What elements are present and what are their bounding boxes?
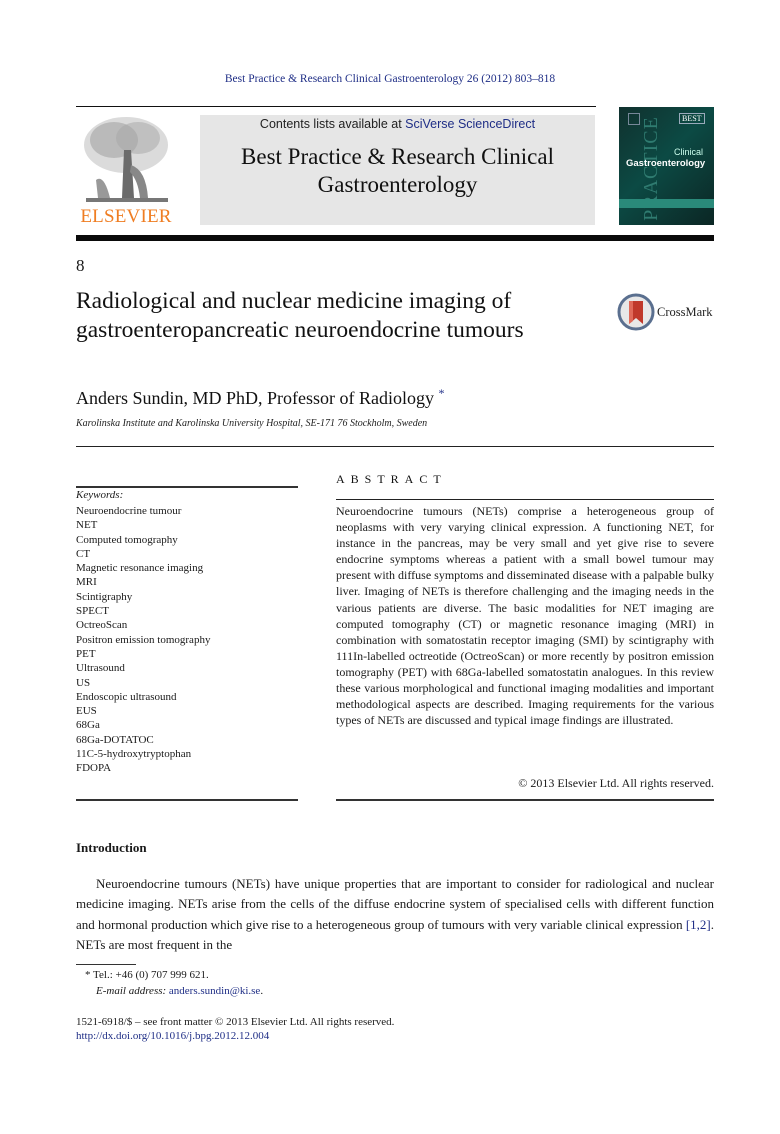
affiliation-rule xyxy=(76,446,714,447)
keyword-item: OctreoScan xyxy=(76,619,128,632)
keyword-item: CT xyxy=(76,547,91,560)
author-footnote-marker[interactable]: * xyxy=(439,386,445,400)
citation-link[interactable]: [1,2] xyxy=(686,917,711,932)
author-name: Anders Sundin, MD PhD, Professor of Radi… xyxy=(76,388,434,408)
contents-prefix: Contents lists available at xyxy=(259,117,406,131)
footnote-rule xyxy=(76,964,136,965)
keyword-item: Scintigraphy xyxy=(76,590,133,603)
keyword-item: PET xyxy=(76,647,96,660)
keyword-item: 68Ga xyxy=(76,719,100,732)
journal-title-line1: Best Practice & Research Clinical xyxy=(241,144,554,169)
running-head[interactable]: Best Practice & Research Clinical Gastro… xyxy=(0,73,780,85)
introduction-paragraph: Neuroendocrine tumours (NETs) have uniqu… xyxy=(76,874,714,956)
keyword-item: 68Ga-DOTATOC xyxy=(76,733,154,746)
email-label: E-mail address: xyxy=(96,985,169,997)
email-suffix: . xyxy=(260,985,264,997)
keywords-rule-top xyxy=(76,486,298,488)
footnote-email: E-mail address: anders.sundin@ki.se. xyxy=(96,985,263,997)
cover-badge: BEST xyxy=(679,113,705,124)
doi-link[interactable]: http://dx.doi.org/10.1016/j.bpg.2012.12.… xyxy=(76,1030,269,1042)
footnote-telephone: * Tel.: +46 (0) 707 999 621. xyxy=(85,969,209,981)
abstract-copyright: © 2013 Elsevier Ltd. All rights reserved… xyxy=(518,776,714,790)
crossmark-label[interactable]: CrossMark xyxy=(657,305,713,320)
tree-icon xyxy=(84,117,168,202)
abstract-rule-bottom xyxy=(336,799,714,801)
keyword-item: 11C-5-hydroxytryptophan xyxy=(76,748,192,761)
keywords-label: Keywords: xyxy=(76,489,124,501)
abstract-rule-top xyxy=(336,499,714,500)
keyword-item: Magnetic resonance imaging xyxy=(76,562,204,575)
keywords-list: Neuroendocrine tumour NET Computed tomog… xyxy=(76,504,210,776)
header-rule xyxy=(76,106,596,107)
cover-gastro: Gastroenterology xyxy=(626,158,706,169)
elsevier-logo-text: ELSEVIER xyxy=(80,206,172,227)
journal-cover-image[interactable]: BEST PRACTICE Clinical Gastroenterology xyxy=(619,107,714,225)
abstract-text: Neuroendocrine tumours (NETs) comprise a… xyxy=(336,504,714,728)
keyword-item: Ultrasound xyxy=(76,662,125,675)
sciencedirect-link[interactable]: SciVerse ScienceDirect xyxy=(405,117,535,131)
contents-line: Contents lists available at SciVerse Sci… xyxy=(200,117,595,131)
keyword-item: MRI xyxy=(76,576,97,589)
keyword-item: SPECT xyxy=(76,605,110,618)
journal-title-line2: Gastroenterology xyxy=(317,172,478,197)
affiliation: Karolinska Institute and Karolinska Univ… xyxy=(76,418,428,429)
crossmark-icon xyxy=(617,293,655,331)
keyword-item: NET xyxy=(76,519,98,532)
keyword-item: Positron emission tomography xyxy=(76,633,211,646)
email-link[interactable]: anders.sundin@ki.se xyxy=(169,985,260,997)
introduction-heading: Introduction xyxy=(76,840,147,855)
cover-elsevier-icon xyxy=(628,113,640,125)
front-matter: 1521-6918/$ – see front matter © 2013 El… xyxy=(76,1016,395,1028)
abstract-heading: ABSTRACT xyxy=(336,472,447,486)
keyword-item: Computed tomography xyxy=(76,533,178,546)
article-title: Radiological and nuclear medicine imagin… xyxy=(76,288,524,343)
chapter-number: 8 xyxy=(76,256,85,275)
author-line: Anders Sundin, MD PhD, Professor of Radi… xyxy=(76,386,445,409)
keyword-item: Endoscopic ultrasound xyxy=(76,690,177,703)
journal-title[interactable]: Best Practice & Research Clinical Gastro… xyxy=(200,143,595,199)
cover-clinical: Clinical xyxy=(674,147,704,157)
header-thick-rule xyxy=(76,235,714,241)
cover-stripe xyxy=(619,199,714,208)
keyword-item: US xyxy=(76,676,91,689)
keyword-item: FDOPA xyxy=(76,762,112,775)
keywords-rule-bottom xyxy=(76,799,298,801)
intro-text-part1: Neuroendocrine tumours (NETs) have uniqu… xyxy=(76,876,714,932)
keyword-item: EUS xyxy=(76,705,97,718)
keyword-item: Neuroendocrine tumour xyxy=(76,505,182,517)
